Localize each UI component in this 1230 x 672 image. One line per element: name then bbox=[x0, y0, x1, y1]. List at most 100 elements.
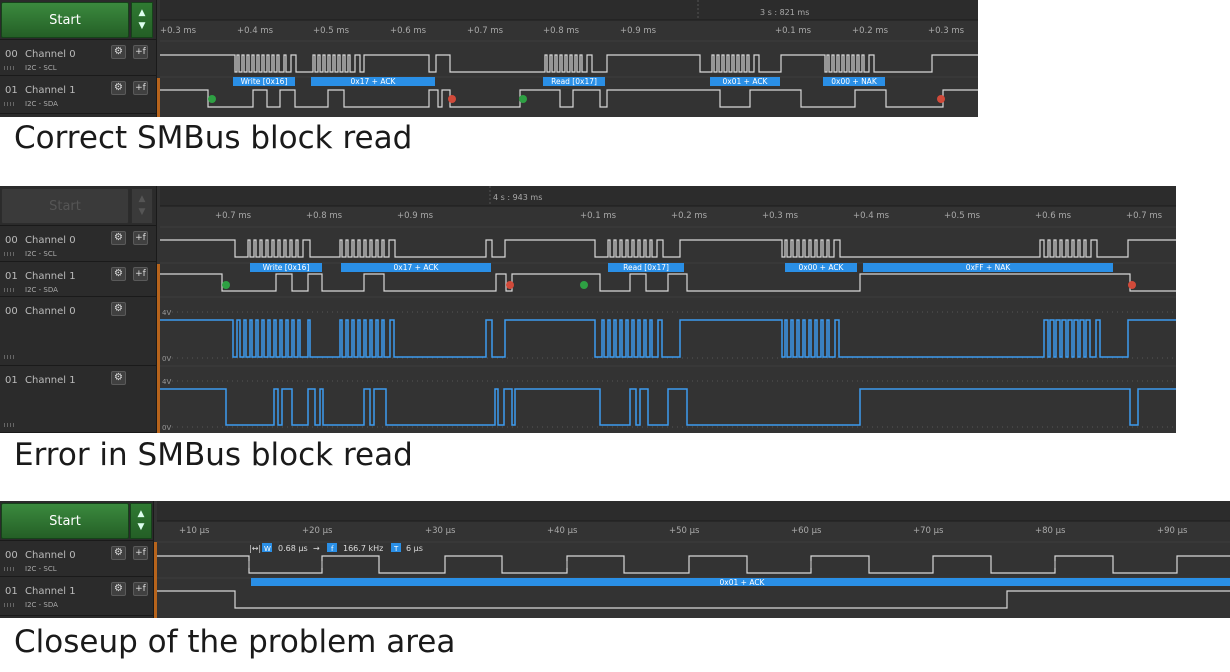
channel-grip[interactable] bbox=[4, 66, 16, 70]
time-tick: +0.9 ms bbox=[397, 211, 434, 221]
time-tick: +0.7 ms bbox=[215, 211, 252, 221]
channel-name[interactable]: Channel 1 bbox=[25, 375, 76, 386]
channel-protocol: I2C - SCL bbox=[25, 565, 57, 573]
channel-grip[interactable] bbox=[4, 423, 16, 427]
chevron-up-icon[interactable]: ▲ bbox=[139, 193, 146, 206]
plus-f-icon[interactable]: +f bbox=[133, 81, 148, 95]
channel-protocol: I2C - SCL bbox=[25, 250, 57, 258]
channel-sidebar: Start ▲ ▼ 00 Channel 0 I2C - SCL ⚙ +f 01 … bbox=[0, 0, 157, 117]
channel-protocol: I2C - SDA bbox=[25, 601, 58, 609]
chevron-down-icon[interactable]: ▼ bbox=[139, 206, 146, 219]
sda-trace bbox=[160, 89, 978, 108]
time-tick: +0.9 ms bbox=[620, 26, 657, 36]
gear-icon[interactable]: ⚙ bbox=[111, 81, 126, 95]
timestamp-label: 4 s : 943 ms bbox=[493, 193, 542, 202]
panel-correct-read: Start ▲ ▼ 00 Channel 0 I2C - SCL ⚙ +f 01 … bbox=[0, 0, 978, 117]
annotation-label: 0x01 + ACK bbox=[720, 578, 766, 587]
caption-closeup: Closeup of the problem area bbox=[14, 624, 456, 660]
stop-condition-dot bbox=[448, 95, 456, 103]
time-tick: +0.5 ms bbox=[944, 211, 981, 221]
chevron-up-icon[interactable]: ▲ bbox=[138, 508, 145, 521]
plus-f-icon[interactable]: +f bbox=[133, 231, 148, 245]
waveform-area[interactable]: 3 s : 821 ms +0.3 ms +0.4 ms +0.5 ms +0.… bbox=[160, 0, 978, 117]
channel-name[interactable]: Channel 0 bbox=[25, 49, 76, 60]
time-tick: +40 µs bbox=[547, 526, 578, 536]
channel-protocol: I2C - SDA bbox=[25, 100, 58, 108]
channel-grip[interactable] bbox=[4, 355, 16, 359]
channel-row-1: 01 Channel 1 I2C - SDA ⚙ +f bbox=[0, 578, 153, 616]
plus-f-icon[interactable]: +f bbox=[133, 45, 148, 59]
start-condition-dot bbox=[222, 281, 230, 289]
start-button[interactable]: Start bbox=[1, 503, 129, 539]
time-tick: +0.3 ms bbox=[928, 26, 965, 36]
measurement-bar[interactable]: |↔| W 0.68 µs → f 166.7 kHz T 6 µs bbox=[249, 543, 423, 553]
start-stepper[interactable]: ▲ ▼ bbox=[130, 503, 152, 539]
channel-grip[interactable] bbox=[4, 288, 16, 292]
caption-correct: Correct SMBus block read bbox=[14, 120, 413, 156]
channel-name[interactable]: Channel 1 bbox=[25, 271, 76, 282]
channel-grip[interactable] bbox=[4, 252, 16, 256]
gear-icon[interactable]: ⚙ bbox=[111, 371, 126, 385]
channel-number: 00 bbox=[5, 550, 18, 561]
annotation-label: 0xFF + NAK bbox=[966, 263, 1012, 272]
channel-grip[interactable] bbox=[4, 567, 16, 571]
time-tick: +60 µs bbox=[791, 526, 822, 536]
analog-row-0: 00 Channel 0 ⚙ bbox=[0, 298, 156, 366]
annotation-label: 0x00 + NAK bbox=[831, 77, 878, 86]
annotation-bars: Write [0x16] 0x17 + ACK Read [0x17] 0x01… bbox=[233, 77, 885, 86]
time-tick: +0.8 ms bbox=[306, 211, 343, 221]
start-stepper[interactable]: ▲ ▼ bbox=[131, 188, 153, 224]
time-tick: +0.2 ms bbox=[852, 26, 889, 36]
plus-f-icon[interactable]: +f bbox=[133, 267, 148, 281]
waveform-area[interactable]: 4 s : 943 ms +0.7 ms +0.8 ms +0.9 ms +0.… bbox=[160, 186, 1176, 433]
start-condition-dot bbox=[580, 281, 588, 289]
chevron-down-icon[interactable]: ▼ bbox=[138, 521, 145, 534]
annotation-label: 0x00 + ACK bbox=[799, 263, 845, 272]
start-row: Start ▲ ▼ bbox=[0, 186, 156, 226]
caption-error: Error in SMBus block read bbox=[14, 437, 413, 473]
channel-row-1: 01 Channel 1 I2C - SDA ⚙ +f bbox=[0, 263, 156, 297]
channel-protocol: I2C - SCL bbox=[25, 64, 57, 72]
channel-row-0: 00 Channel 0 I2C - SCL ⚙ +f bbox=[0, 227, 156, 262]
plus-f-icon[interactable]: +f bbox=[133, 582, 148, 596]
channel-name[interactable]: Channel 0 bbox=[25, 306, 76, 317]
plus-f-icon[interactable]: +f bbox=[133, 546, 148, 560]
channel-grip[interactable] bbox=[4, 102, 16, 106]
width-value: 0.68 µs bbox=[278, 544, 308, 553]
panel-error-read: Start ▲ ▼ 00 Channel 0 I2C - SCL ⚙ +f 01 … bbox=[0, 186, 1176, 433]
channel-name[interactable]: Channel 1 bbox=[25, 85, 76, 96]
frequency-value: 166.7 kHz bbox=[343, 544, 383, 553]
channel-name[interactable]: Channel 1 bbox=[25, 586, 76, 597]
time-tick: +0.6 ms bbox=[1035, 211, 1072, 221]
gear-icon[interactable]: ⚙ bbox=[111, 546, 126, 560]
start-row: Start ▲ ▼ bbox=[0, 501, 153, 541]
gear-icon[interactable]: ⚙ bbox=[111, 45, 126, 59]
time-tick: +0.3 ms bbox=[762, 211, 799, 221]
channel-number: 01 bbox=[5, 375, 18, 386]
start-condition-dot bbox=[519, 95, 527, 103]
start-stepper[interactable]: ▲ ▼ bbox=[131, 2, 153, 38]
channel-name[interactable]: Channel 0 bbox=[25, 550, 76, 561]
gear-icon[interactable]: ⚙ bbox=[111, 267, 126, 281]
start-condition-dot bbox=[208, 95, 216, 103]
channel-number: 00 bbox=[5, 306, 18, 317]
chevron-up-icon[interactable]: ▲ bbox=[139, 7, 146, 20]
time-tick: +50 µs bbox=[669, 526, 700, 536]
channel-name[interactable]: Channel 0 bbox=[25, 235, 76, 246]
channel-grip[interactable] bbox=[4, 603, 16, 607]
time-tick: +0.3 ms bbox=[160, 26, 197, 36]
analog-low-label: 0V bbox=[162, 424, 171, 432]
chevron-down-icon[interactable]: ▼ bbox=[139, 20, 146, 33]
annotation-label: Read [0x17] bbox=[623, 263, 669, 272]
analog-high-label: 4V bbox=[162, 378, 171, 386]
gear-icon[interactable]: ⚙ bbox=[111, 582, 126, 596]
waveform-area[interactable]: +10 µs +20 µs +30 µs +40 µs +50 µs +60 µ… bbox=[157, 501, 1230, 618]
analog-high-label: 4V bbox=[162, 309, 171, 317]
time-tick: +0.2 ms bbox=[671, 211, 708, 221]
stop-condition-dot bbox=[506, 281, 514, 289]
start-button[interactable]: Start bbox=[1, 2, 129, 38]
start-button[interactable]: Start bbox=[1, 188, 129, 224]
gear-icon[interactable]: ⚙ bbox=[111, 231, 126, 245]
gear-icon[interactable]: ⚙ bbox=[111, 302, 126, 316]
time-tick: +10 µs bbox=[179, 526, 210, 536]
